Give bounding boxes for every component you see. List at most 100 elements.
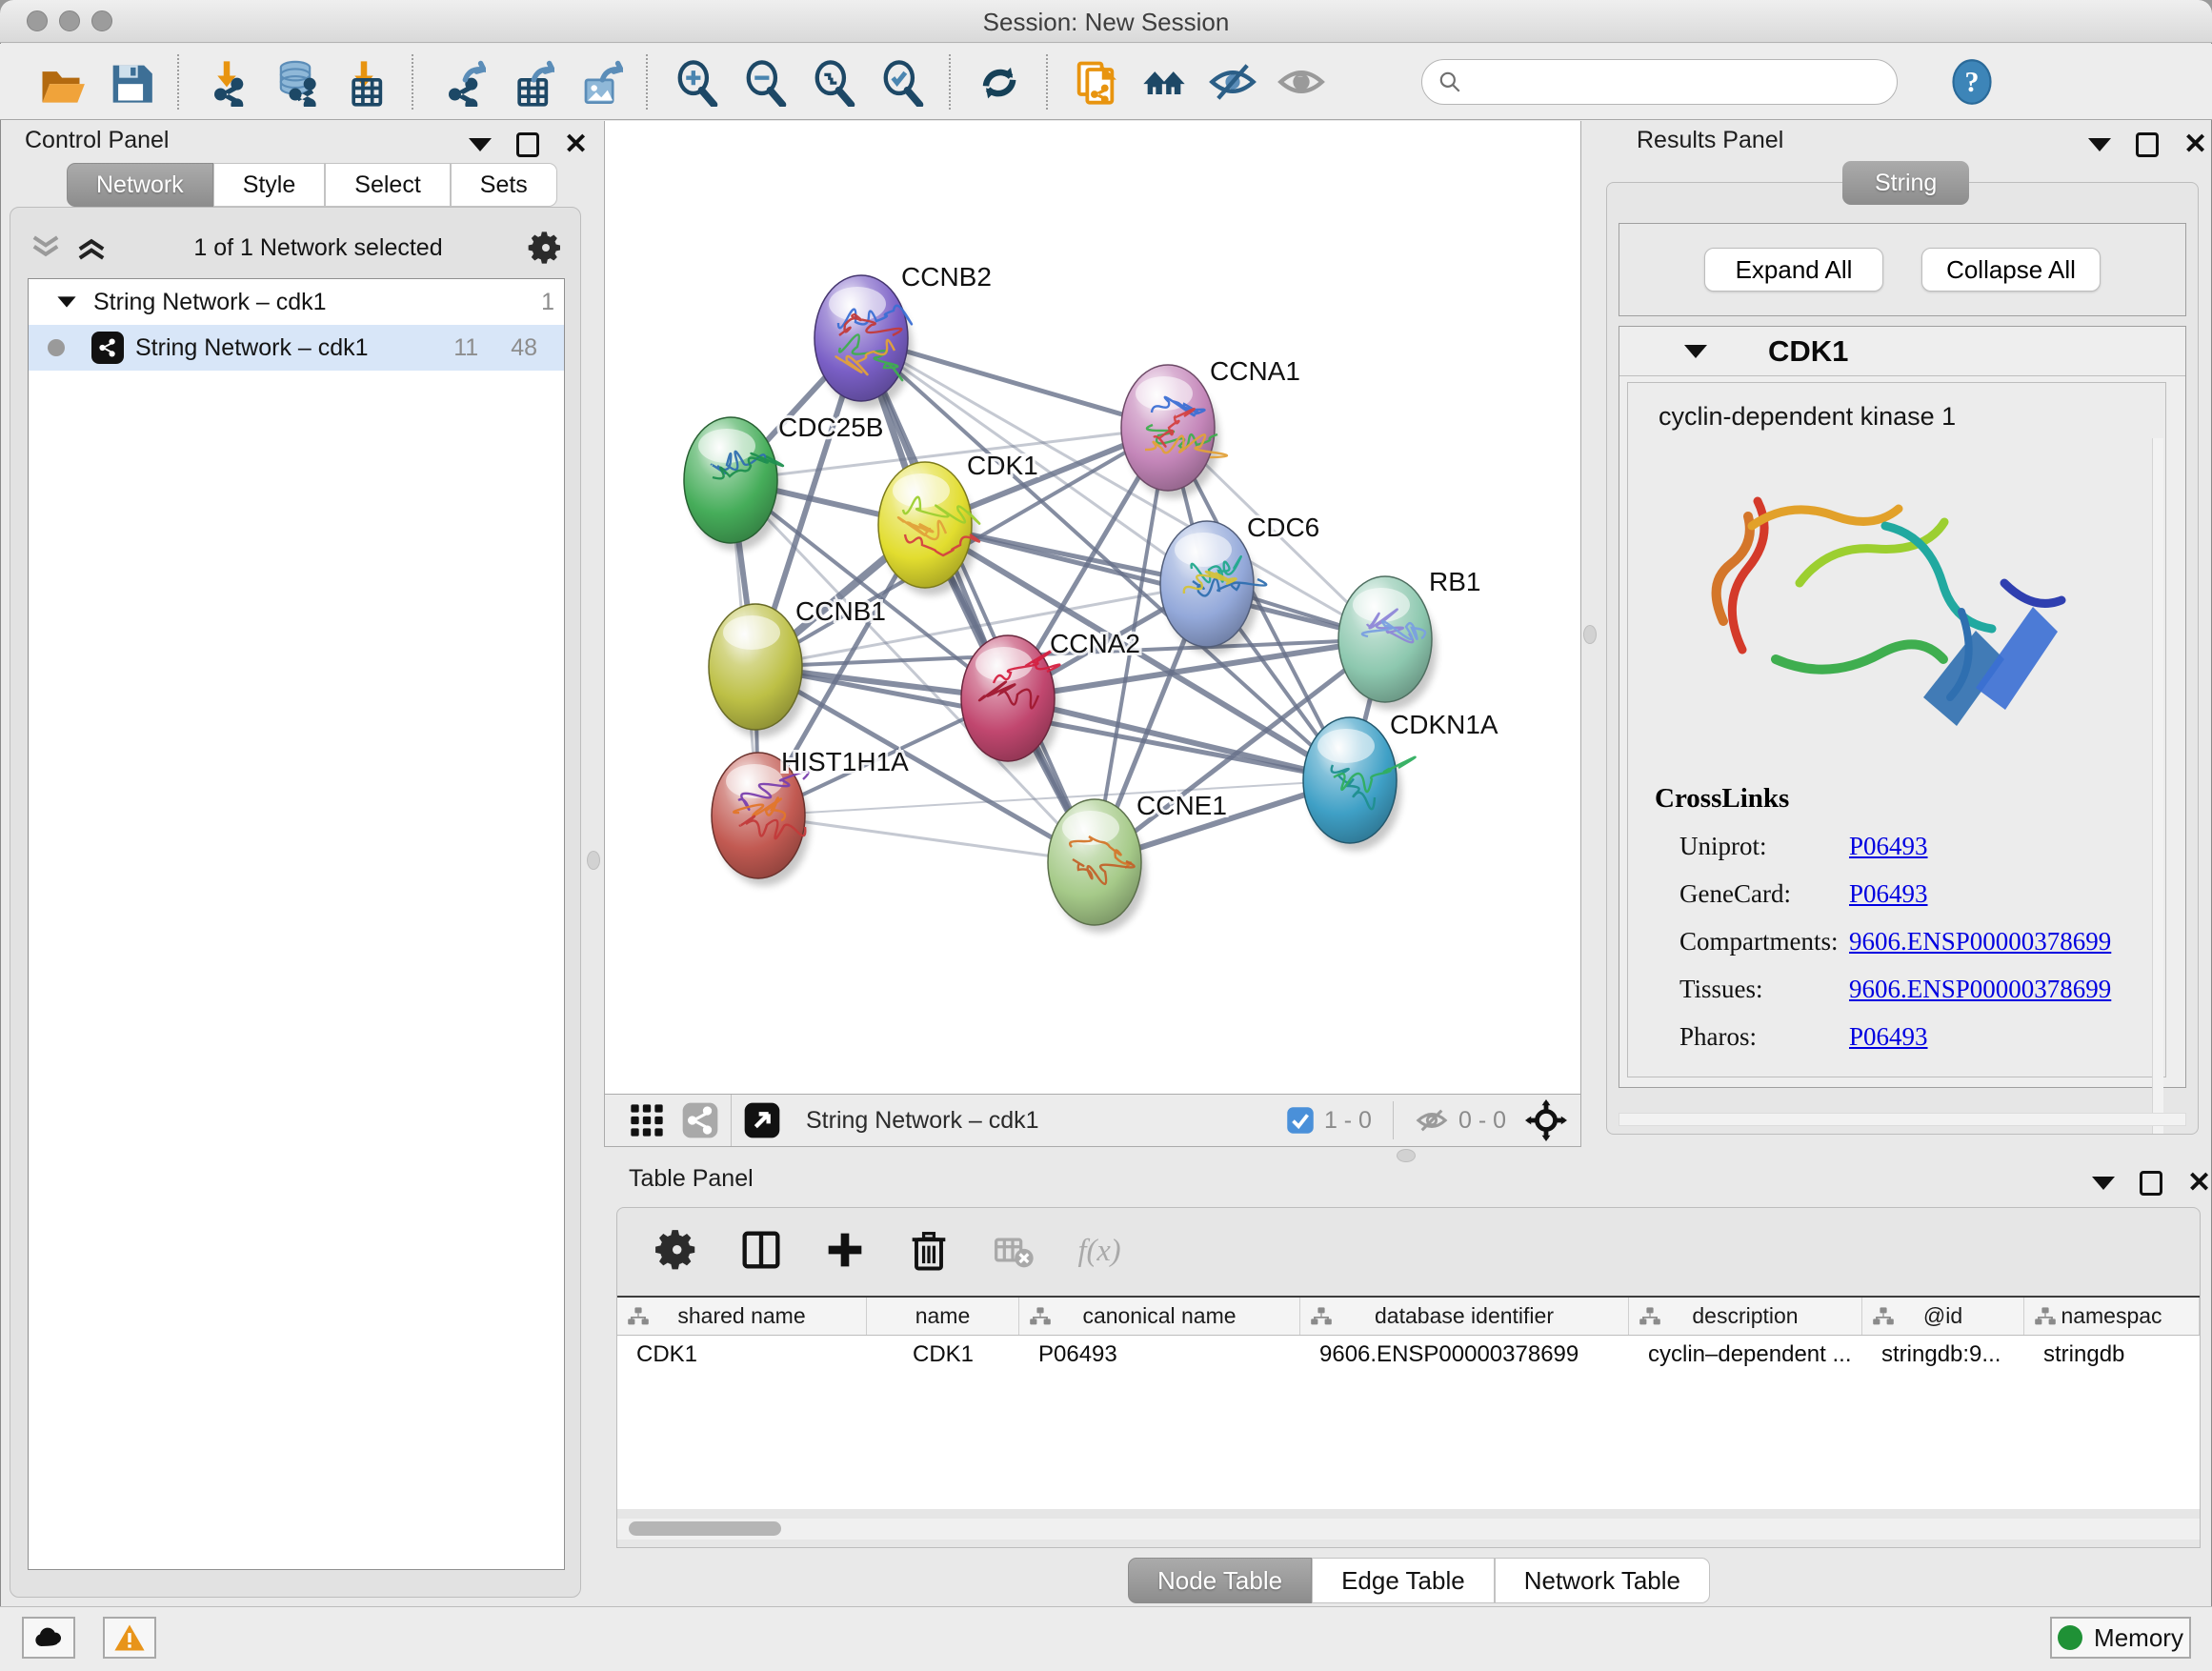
warnings-button[interactable] xyxy=(103,1617,156,1659)
table-scrollbar-thumb[interactable] xyxy=(629,1521,781,1536)
node-label-rb1: RB1 xyxy=(1429,567,1480,596)
results-panel-title: Results Panel xyxy=(1637,127,1783,154)
import-network-database-button[interactable] xyxy=(261,51,330,112)
results-vertical-scrollbar[interactable] xyxy=(2152,438,2163,1134)
table-horizontal-scrollbar[interactable] xyxy=(617,1519,2200,1540)
toolbar-separator xyxy=(949,54,951,110)
tab-node-table[interactable]: Node Table xyxy=(1128,1558,1312,1603)
table-row[interactable]: CDK1CDK1P064939606.ENSP00000378699cyclin… xyxy=(617,1336,2200,1376)
add-column-icon xyxy=(820,1225,870,1275)
network-node-ccnb2[interactable]: CCNB2 xyxy=(814,262,992,409)
network-node-ccnb1[interactable]: CCNB1 xyxy=(709,596,886,737)
search-input[interactable] xyxy=(1462,69,1862,95)
hidden-count: 0 - 0 xyxy=(1458,1107,1506,1135)
gene-entry-collapse-icon[interactable] xyxy=(1684,345,1707,358)
table-panel-float-icon[interactable] xyxy=(2140,1171,2162,1196)
network-canvas[interactable]: CCNB2 CCNA1 CDC25B CDK1 CDC6 RB1 CCNB1 xyxy=(604,121,1581,1094)
network-node-ccna1[interactable]: CCNA1 xyxy=(1121,356,1300,498)
column-header-description[interactable]: description xyxy=(1629,1298,1862,1335)
add-column-button[interactable] xyxy=(819,1224,871,1276)
birdseye-view-icon[interactable] xyxy=(1525,1099,1567,1141)
import-network-file-button[interactable] xyxy=(192,51,261,112)
table-settings-icon xyxy=(653,1225,702,1275)
detach-view-icon[interactable] xyxy=(743,1101,781,1139)
table-settings-button[interactable] xyxy=(652,1224,703,1276)
tab-style[interactable]: Style xyxy=(213,163,326,207)
open-session-button[interactable] xyxy=(27,51,95,112)
table-header-row: shared namenamecanonical namedatabase id… xyxy=(617,1298,2200,1336)
import-table-file-button[interactable] xyxy=(330,51,398,112)
hide-selected-button[interactable] xyxy=(1198,51,1267,112)
network-node-hist1h1a[interactable]: HIST1H1A xyxy=(712,747,909,886)
network-options-gear-icon[interactable] xyxy=(527,229,565,267)
column-header-database-identifier[interactable]: database identifier xyxy=(1300,1298,1629,1335)
refresh-network-button[interactable] xyxy=(964,51,1033,112)
split-columns-button[interactable] xyxy=(735,1224,787,1276)
tab-network[interactable]: Network xyxy=(67,163,213,207)
grid-view-icon[interactable] xyxy=(628,1101,666,1139)
table-panel-close-icon[interactable]: ✕ xyxy=(2187,1171,2211,1196)
show-all-button[interactable] xyxy=(1267,51,1336,112)
crosslink-link[interactable]: P06493 xyxy=(1849,832,1928,860)
control-panel-minimize-icon[interactable] xyxy=(469,138,492,151)
crosslink-link[interactable]: 9606.ENSP00000378699 xyxy=(1849,975,2111,1003)
network-list: String Network – cdk1 1 String Network –… xyxy=(28,278,565,1570)
network-row-selected[interactable]: String Network – cdk1 11 48 xyxy=(29,325,564,371)
expand-all-button[interactable]: Expand All xyxy=(1704,248,1883,292)
crosslink-link[interactable]: P06493 xyxy=(1849,1022,1928,1051)
memory-button[interactable]: Memory xyxy=(2050,1617,2191,1659)
network-view-share-icon[interactable] xyxy=(681,1101,719,1139)
crosslink-label: GeneCard: xyxy=(1679,879,1849,909)
export-image-button[interactable] xyxy=(564,51,633,112)
crosslink-link[interactable]: P06493 xyxy=(1849,879,1928,908)
network-view-toolbar: String Network – cdk1 1 - 0 0 - 0 xyxy=(604,1094,1581,1147)
column-header-namespac[interactable]: namespac xyxy=(2024,1298,2200,1335)
column-header--id[interactable]: @id xyxy=(1862,1298,2024,1335)
zoom-selected-button[interactable] xyxy=(867,51,935,112)
table-panel-minimize-icon[interactable] xyxy=(2092,1177,2115,1190)
results-panel-close-icon[interactable]: ✕ xyxy=(2183,132,2207,157)
column-header-canonical-name[interactable]: canonical name xyxy=(1019,1298,1300,1335)
tab-network-table[interactable]: Network Table xyxy=(1495,1558,1710,1603)
first-neighbors-button[interactable] xyxy=(1130,51,1198,112)
column-header-shared-name[interactable]: shared name xyxy=(617,1298,867,1335)
selected-checkbox-icon[interactable] xyxy=(1286,1106,1315,1135)
collapse-all-button[interactable]: Collapse All xyxy=(1921,248,2101,292)
tab-string[interactable]: String xyxy=(1842,161,1969,205)
control-panel-float-icon[interactable] xyxy=(516,132,539,157)
network-collection-row[interactable]: String Network – cdk1 1 xyxy=(29,279,564,325)
control-panel-tabs: NetworkStyleSelectSets xyxy=(67,163,557,207)
cloud-status-button[interactable] xyxy=(22,1617,75,1659)
zoom-fit-button[interactable] xyxy=(798,51,867,112)
help-button[interactable]: ? xyxy=(1938,51,2006,112)
delete-column-button[interactable] xyxy=(903,1224,955,1276)
left-splitter-handle[interactable] xyxy=(587,851,600,870)
export-network-button[interactable] xyxy=(427,51,495,112)
network-node-cdc6[interactable]: CDC6 xyxy=(1160,513,1319,654)
network-node-cdkn1a[interactable]: CDKN1A xyxy=(1303,710,1498,851)
zoom-out-button[interactable] xyxy=(730,51,798,112)
search-box[interactable] xyxy=(1421,59,1898,105)
results-horizontal-scrollbar[interactable] xyxy=(1619,1113,2186,1126)
svg-text:f(x): f(x) xyxy=(1078,1234,1121,1268)
save-session-button[interactable] xyxy=(95,51,164,112)
tab-sets[interactable]: Sets xyxy=(451,163,557,207)
network-node-cdk1[interactable]: CDK1 xyxy=(878,451,1038,595)
tab-edge-table[interactable]: Edge Table xyxy=(1312,1558,1495,1603)
collapse-all-icon[interactable] xyxy=(28,232,64,264)
control-panel-close-icon[interactable]: ✕ xyxy=(564,132,588,157)
duplicate-network-button[interactable] xyxy=(1061,51,1130,112)
column-header-name[interactable]: name xyxy=(867,1298,1019,1335)
expand-all-icon[interactable] xyxy=(73,232,110,264)
export-table-button[interactable] xyxy=(495,51,564,112)
results-panel-float-icon[interactable] xyxy=(2136,132,2159,157)
crosslink-link[interactable]: 9606.ENSP00000378699 xyxy=(1849,927,2111,956)
results-panel-minimize-icon[interactable] xyxy=(2088,138,2111,151)
zoom-in-button[interactable] xyxy=(661,51,730,112)
network-node-rb1[interactable]: RB1 xyxy=(1338,567,1480,710)
network-node-cdc25b[interactable]: CDC25B xyxy=(684,413,883,551)
network-node-ccne1[interactable]: CCNE1 xyxy=(1048,791,1227,933)
collection-expand-icon[interactable] xyxy=(57,296,75,307)
tab-select[interactable]: Select xyxy=(325,163,450,207)
title-bar: Session: New Session xyxy=(0,0,2212,43)
